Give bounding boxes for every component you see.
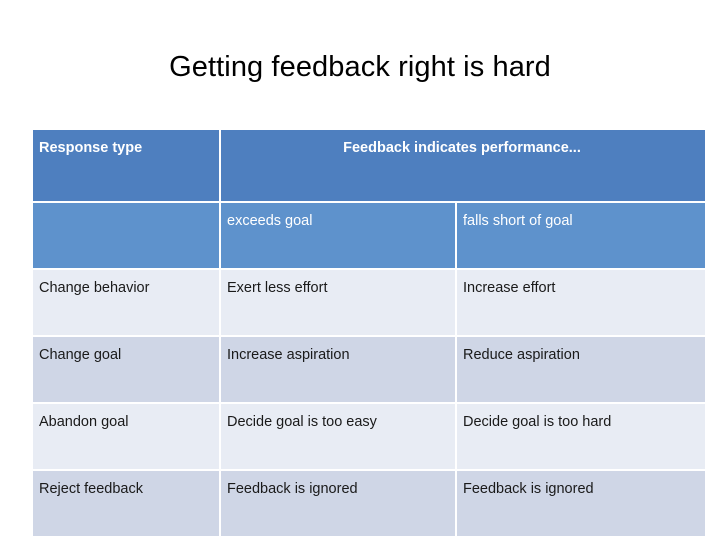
table-header-row: Response type Feedback indicates perform…	[33, 130, 706, 201]
header-cell-response-type: Response type	[33, 130, 219, 201]
table-row: Change behavior Exert less effort Increa…	[33, 270, 706, 335]
subheader-cell-blank	[33, 203, 219, 268]
cell-exceeds-goal: Decide goal is too easy	[221, 404, 455, 469]
subheader-cell-falls-short-of-goal: falls short of goal	[457, 203, 706, 268]
header-cell-feedback-indicates: Feedback indicates performance...	[221, 130, 706, 201]
cell-response-type: Change behavior	[33, 270, 219, 335]
subheader-cell-exceeds-goal: exceeds goal	[221, 203, 455, 268]
cell-falls-short-of-goal: Feedback is ignored	[457, 471, 706, 536]
table-row: Reject feedback Feedback is ignored Feed…	[33, 471, 706, 536]
cell-falls-short-of-goal: Reduce aspiration	[457, 337, 706, 402]
cell-response-type: Reject feedback	[33, 471, 219, 536]
table-subheader-row: exceeds goal falls short of goal	[33, 203, 706, 268]
table-row: Abandon goal Decide goal is too easy Dec…	[33, 404, 706, 469]
cell-response-type: Change goal	[33, 337, 219, 402]
page-title: Getting feedback right is hard	[169, 51, 551, 83]
cell-exceeds-goal: Exert less effort	[221, 270, 455, 335]
feedback-table: Response type Feedback indicates perform…	[31, 128, 707, 538]
cell-response-type: Abandon goal	[33, 404, 219, 469]
cell-falls-short-of-goal: Increase effort	[457, 270, 706, 335]
table-row: Change goal Increase aspiration Reduce a…	[33, 337, 706, 402]
cell-exceeds-goal: Increase aspiration	[221, 337, 455, 402]
feedback-table-container: Response type Feedback indicates perform…	[33, 130, 706, 536]
cell-falls-short-of-goal: Decide goal is too hard	[457, 404, 706, 469]
slide-canvas: Getting feedback right is hard Response …	[0, 0, 720, 540]
cell-exceeds-goal: Feedback is ignored	[221, 471, 455, 536]
